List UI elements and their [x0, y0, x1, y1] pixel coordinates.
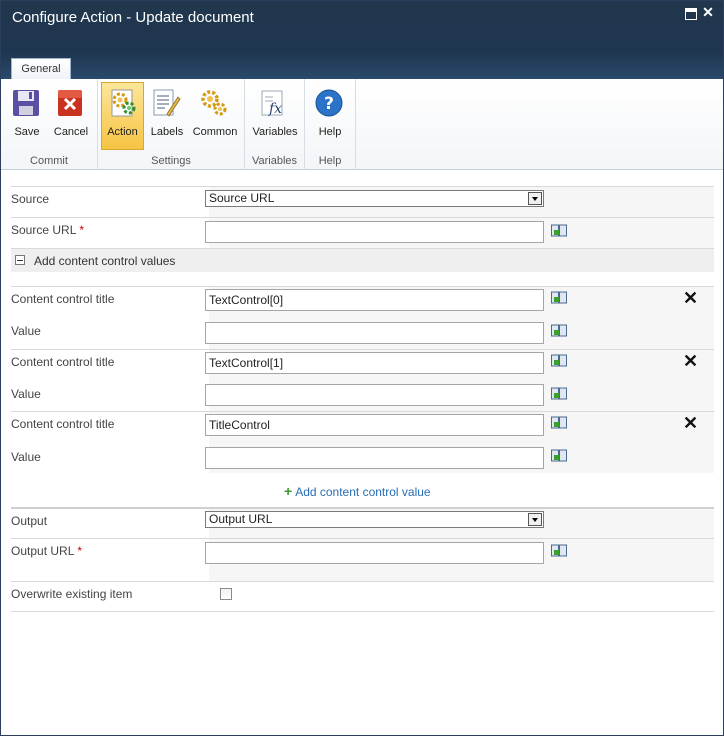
- content-control-value-input[interactable]: [205, 384, 544, 406]
- common-gears-icon: [201, 90, 227, 116]
- maximize-icon[interactable]: [685, 8, 697, 20]
- ribbon-group-help: ? Help Help: [305, 79, 356, 170]
- lookup-icon[interactable]: [551, 324, 567, 338]
- source-url-input[interactable]: [205, 221, 544, 243]
- lookup-icon[interactable]: [551, 291, 567, 305]
- ribbon-group-commit: Save Cancel Commit: [1, 79, 98, 170]
- common-label: Common: [192, 126, 238, 138]
- group-label-commit: Commit: [30, 155, 68, 167]
- content-control-value-input[interactable]: [205, 322, 544, 344]
- delete-icon[interactable]: ✕: [683, 352, 698, 370]
- svg-text:fx: fx: [268, 101, 282, 117]
- save-icon: [13, 90, 39, 116]
- delete-icon[interactable]: ✕: [683, 289, 698, 307]
- value-label: Value: [11, 387, 41, 401]
- content-control-value-input[interactable]: [205, 447, 544, 469]
- content-control-title-input[interactable]: TextControl[1]: [205, 352, 544, 374]
- content-controls-section-header[interactable]: Add content control values: [11, 248, 714, 272]
- lookup-icon[interactable]: [551, 449, 567, 463]
- chevron-down-icon[interactable]: [528, 192, 542, 205]
- overwrite-row: Overwrite existing item: [11, 581, 714, 612]
- source-url-label: Source URL *: [11, 223, 85, 237]
- cancel-label: Cancel: [53, 126, 89, 138]
- lookup-icon[interactable]: [551, 416, 567, 430]
- ribbon-tab-strip: General: [1, 53, 723, 80]
- labels-icon: [153, 89, 181, 117]
- cancel-button[interactable]: Cancel: [49, 83, 93, 149]
- source-label: Source: [11, 192, 50, 206]
- chevron-down-icon[interactable]: [528, 513, 542, 526]
- save-button[interactable]: Save: [5, 83, 49, 149]
- group-label-settings: Settings: [151, 155, 191, 167]
- content-control-title-label: Content control title: [11, 417, 115, 431]
- action-button[interactable]: Action: [101, 82, 144, 150]
- variables-button[interactable]: fx Variables: [252, 83, 298, 149]
- delete-icon[interactable]: ✕: [683, 414, 698, 432]
- action-gears-icon: [111, 89, 136, 117]
- title-bar: Configure Action - Update document ✕: [1, 1, 723, 53]
- ribbon-group-settings: Action Labels Common Settings: [98, 79, 245, 170]
- output-label: Output: [11, 514, 48, 528]
- ribbon-group-variables: fx Variables Variables: [245, 79, 305, 170]
- help-icon: ?: [315, 89, 343, 117]
- configure-action-dialog: Configure Action - Update document ✕ Gen…: [0, 0, 724, 736]
- group-label-help: Help: [318, 155, 342, 167]
- output-select[interactable]: Output URL: [205, 511, 544, 528]
- output-url-label: Output URL *: [11, 544, 83, 558]
- output-url-input[interactable]: [205, 542, 544, 564]
- group-label-variables: Variables: [251, 155, 298, 167]
- content-control-title-label: Content control title: [11, 355, 115, 369]
- window-title: Configure Action - Update document: [12, 9, 254, 26]
- tab-general[interactable]: General: [11, 58, 71, 80]
- required-marker: *: [77, 544, 83, 558]
- value-label: Value: [11, 324, 41, 338]
- lookup-icon[interactable]: [551, 354, 567, 368]
- lookup-icon[interactable]: [551, 224, 567, 238]
- content-control-title-input[interactable]: TextControl[0]: [205, 289, 544, 311]
- common-button[interactable]: Common: [193, 83, 237, 149]
- svg-text:?: ?: [324, 94, 334, 114]
- required-marker: *: [79, 223, 85, 237]
- content-control-title-label: Content control title: [11, 292, 115, 306]
- help-label: Help: [318, 126, 342, 138]
- section-label: Add content control values: [34, 254, 176, 268]
- variables-label: Variables: [252, 126, 298, 138]
- lookup-icon[interactable]: [551, 387, 567, 401]
- collapse-icon[interactable]: [15, 255, 25, 265]
- variables-fx-icon: fx: [261, 90, 283, 117]
- labels-button[interactable]: Labels: [145, 83, 189, 149]
- add-content-control-link[interactable]: + Add content control value: [284, 483, 431, 499]
- ribbon: Save Cancel Commit Action Labels Common …: [1, 79, 723, 170]
- lookup-icon[interactable]: [551, 544, 567, 558]
- output-selected-value: Output URL: [209, 512, 273, 526]
- plus-icon: +: [284, 483, 293, 499]
- overwrite-label: Overwrite existing item: [11, 587, 133, 601]
- value-label: Value: [11, 450, 41, 464]
- close-icon[interactable]: ✕: [702, 5, 714, 19]
- content-control-title-input[interactable]: TitleControl: [205, 414, 544, 436]
- overwrite-checkbox[interactable]: [220, 588, 232, 600]
- source-selected-value: Source URL: [209, 191, 275, 205]
- cancel-icon: [58, 90, 82, 116]
- help-button[interactable]: ? Help: [308, 83, 352, 149]
- source-select[interactable]: Source URL: [205, 190, 544, 207]
